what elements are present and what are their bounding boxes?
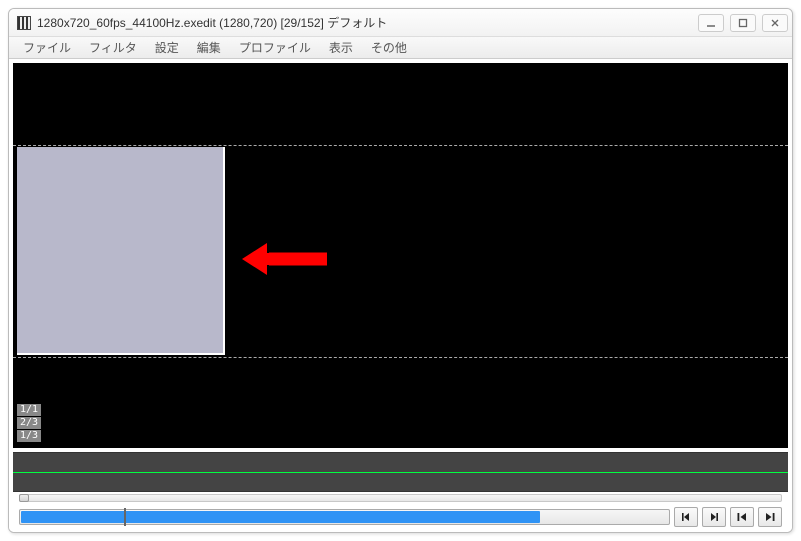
menu-profile[interactable]: プロファイル <box>231 37 319 58</box>
layer-badges: 1/1 2/3 1/3 <box>17 404 41 442</box>
guide-top <box>13 145 788 146</box>
prev-frame-icon <box>680 511 692 523</box>
app-window: 1280x720_60fps_44100Hz.exedit (1280,720)… <box>8 8 793 533</box>
maximize-icon <box>738 18 748 28</box>
scrollbar-track <box>19 494 782 502</box>
close-icon <box>770 18 780 28</box>
menu-edit[interactable]: 編集 <box>189 37 229 58</box>
badge-3: 1/3 <box>17 430 41 442</box>
app-icon <box>17 16 31 30</box>
prev-frame-button[interactable] <box>674 507 698 527</box>
menu-other[interactable]: その他 <box>363 37 415 58</box>
go-end-button[interactable] <box>758 507 782 527</box>
guide-bottom <box>13 357 788 358</box>
seek-slider[interactable] <box>19 509 670 525</box>
badge-2: 2/3 <box>17 417 41 429</box>
playback-bar <box>13 504 788 532</box>
titlebar[interactable]: 1280x720_60fps_44100Hz.exedit (1280,720)… <box>9 9 792 37</box>
menu-bar: ファイル フィルタ 設定 編集 プロファイル 表示 その他 <box>9 37 792 59</box>
annotation-arrow-left <box>231 231 341 287</box>
window-title: 1280x720_60fps_44100Hz.exedit (1280,720)… <box>37 14 698 31</box>
badge-1: 1/1 <box>17 404 41 416</box>
preview-object-square <box>17 147 225 355</box>
menu-filter[interactable]: フィルタ <box>81 37 145 58</box>
menu-view[interactable]: 表示 <box>321 37 361 58</box>
preview-area: 1/1 2/3 1/3 <box>9 59 792 532</box>
preview-canvas[interactable]: 1/1 2/3 1/3 <box>13 63 788 448</box>
window-controls <box>698 14 788 32</box>
go-start-button[interactable] <box>730 507 754 527</box>
maximize-button[interactable] <box>730 14 756 32</box>
seek-thumb[interactable] <box>124 508 126 526</box>
seek-fill <box>21 511 540 523</box>
go-start-icon <box>736 511 748 523</box>
minimize-button[interactable] <box>698 14 724 32</box>
timeline-marker-line <box>13 472 788 473</box>
close-button[interactable] <box>762 14 788 32</box>
scrollbar-thumb[interactable] <box>19 494 29 502</box>
minimize-icon <box>706 18 716 28</box>
horizontal-scrollbar[interactable] <box>17 492 784 504</box>
next-frame-icon <box>708 511 720 523</box>
next-frame-button[interactable] <box>702 507 726 527</box>
menu-file[interactable]: ファイル <box>15 37 79 58</box>
timeline-strip[interactable] <box>13 452 788 492</box>
go-end-icon <box>764 511 776 523</box>
menu-settings[interactable]: 設定 <box>147 37 187 58</box>
